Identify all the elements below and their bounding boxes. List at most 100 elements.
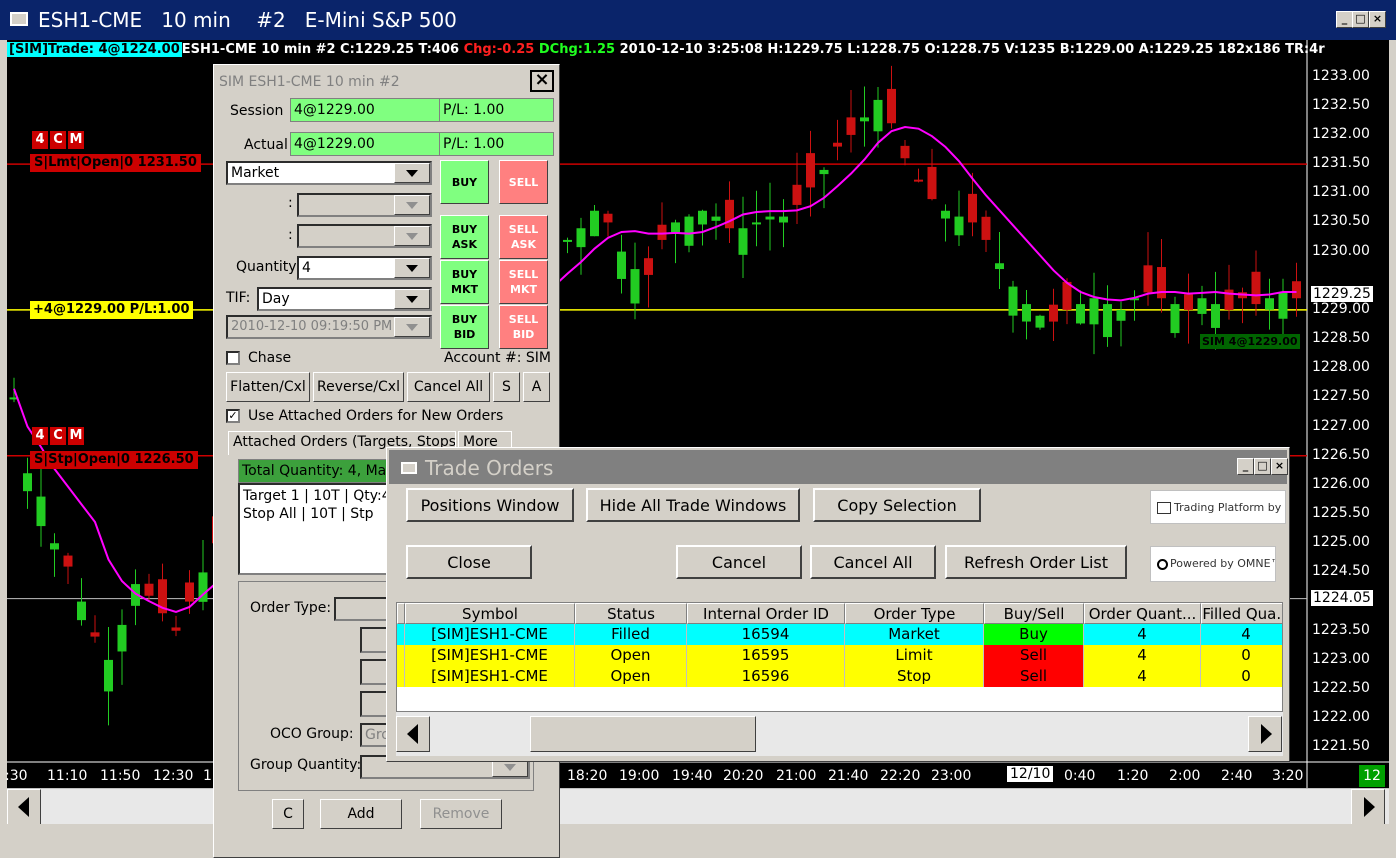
cancel-all-button[interactable]: Cancel All: [407, 372, 490, 402]
attached-order-item[interactable]: Stop All | 10T | Stp: [243, 505, 387, 523]
order-type-value: Market: [231, 165, 280, 181]
chevron-down-icon[interactable]: [394, 258, 430, 278]
order-tag-modify[interactable]: M: [68, 427, 84, 445]
scroll-left-button[interactable]: [7, 789, 41, 825]
buy-button[interactable]: BUY: [440, 160, 489, 204]
candle-body: [590, 210, 599, 237]
arrow-left-icon: [407, 724, 418, 744]
price-tick-label: 1227.50: [1312, 388, 1370, 405]
buy-bid-button[interactable]: BUY BID: [440, 305, 489, 349]
row-header-corner: [397, 603, 405, 624]
scroll-thumb[interactable]: [530, 716, 756, 752]
chase-checkbox[interactable]: [226, 351, 240, 365]
date-marker: 12/10: [1007, 766, 1054, 782]
column-header[interactable]: Buy/Sell: [984, 603, 1084, 624]
close-button[interactable]: ×: [1369, 11, 1386, 28]
total-quantity-bar: Total Quantity: 4, Matc: [238, 459, 392, 483]
table-cell: 0: [1201, 645, 1282, 666]
maximize-button[interactable]: □: [1254, 458, 1271, 475]
stop-order-tags[interactable]: 4 C M: [32, 427, 84, 445]
column-header[interactable]: Status: [575, 603, 687, 624]
chevron-down-icon[interactable]: [394, 289, 430, 309]
positions-window-button[interactable]: Positions Window: [406, 488, 574, 522]
info-text-a: ESH1-CME 10 min #2 C:1229.25 T:406: [181, 42, 464, 57]
table-cell: [SIM]ESH1-CME: [405, 666, 575, 687]
price-tick-label: 1230.00: [1312, 242, 1370, 259]
column-header[interactable]: Symbol: [405, 603, 575, 624]
stop-order-label[interactable]: S|Stp|Open|0 1226.50: [30, 451, 198, 469]
column-header[interactable]: Internal Order ID: [687, 603, 845, 624]
c-button[interactable]: C: [272, 799, 304, 829]
sell-mkt-button[interactable]: SELL MKT: [499, 260, 548, 304]
order-tag-qty[interactable]: 4: [32, 131, 48, 149]
limit-order-tags[interactable]: 4 C M: [32, 131, 84, 149]
order-type-select[interactable]: Market: [226, 161, 432, 185]
copy-selection-button[interactable]: Copy Selection: [813, 488, 981, 522]
window-title: ESH1-CME 10 min #2 E-Mini S&P 500: [38, 8, 457, 32]
add-button[interactable]: Add: [320, 799, 402, 829]
remove-button[interactable]: Remove: [420, 799, 502, 829]
column-header[interactable]: Order Quant...: [1084, 603, 1201, 624]
minimize-button[interactable]: _: [1336, 11, 1353, 28]
orders-table[interactable]: Symbol Status Internal Order ID Order Type B…: [396, 602, 1283, 712]
minimize-button[interactable]: _: [1237, 458, 1254, 475]
candle-body: [873, 99, 883, 132]
candle-body: [1022, 304, 1031, 322]
account-label: Account #: SIM: [444, 350, 551, 366]
table-row[interactable]: [SIM]ESH1-CME Filled 16594 Market Buy 4 4: [397, 624, 1282, 645]
sell-ask-button[interactable]: SELL ASK: [499, 215, 548, 259]
candle-body: [576, 228, 586, 248]
reverse-cancel-button[interactable]: Reverse/Cxl: [313, 372, 404, 402]
hide-all-trade-windows-button[interactable]: Hide All Trade Windows: [586, 488, 800, 522]
candle-body: [833, 142, 842, 147]
order-tag-cancel[interactable]: C: [50, 427, 66, 445]
candle-body: [1008, 286, 1018, 316]
row-selector[interactable]: [397, 624, 405, 645]
sell-button[interactable]: SELL: [499, 160, 548, 204]
row-selector[interactable]: [397, 666, 405, 687]
candle-body: [779, 216, 788, 223]
column-header[interactable]: Order Type: [845, 603, 984, 624]
s-button[interactable]: S: [493, 372, 520, 402]
buy-mkt-button[interactable]: BUY MKT: [440, 260, 489, 304]
scroll-left-button[interactable]: [396, 716, 430, 752]
scroll-right-button[interactable]: [1248, 716, 1282, 752]
column-header[interactable]: Filled Qua...: [1201, 603, 1282, 624]
scroll-right-button[interactable]: [1351, 789, 1385, 825]
attached-orders-list[interactable]: Target 1 | 10T | Qty:4 Stop All | 10T | …: [238, 483, 392, 575]
attached-order-item[interactable]: Target 1 | 10T | Qty:4: [243, 487, 391, 505]
buy-ask-button[interactable]: BUY ASK: [440, 215, 489, 259]
price-tick-label: 1223.00: [1312, 650, 1370, 667]
sell-bid-button[interactable]: SELL BID: [499, 305, 548, 349]
table-cell: Filled: [575, 624, 687, 645]
order-type-field[interactable]: [334, 597, 394, 621]
orders-horizontal-scrollbar[interactable]: [396, 712, 1283, 756]
price-field-1: [297, 193, 432, 217]
table-row[interactable]: [SIM]ESH1-CME Open 16595 Limit Sell 4 0: [397, 645, 1282, 666]
table-cell: [SIM]ESH1-CME: [405, 624, 575, 645]
chevron-down-icon[interactable]: [394, 163, 430, 183]
order-tag-modify[interactable]: M: [68, 131, 84, 149]
refresh-order-list-button[interactable]: Refresh Order List: [945, 545, 1127, 579]
close-button[interactable]: Close: [406, 545, 532, 579]
position-label[interactable]: +4@1229.00 P/L:1.00: [30, 301, 193, 319]
maximize-button[interactable]: □: [1352, 11, 1369, 28]
candle-body: [954, 216, 964, 236]
close-icon[interactable]: ×: [1271, 458, 1288, 475]
close-icon[interactable]: ×: [530, 70, 554, 92]
row-selector[interactable]: [397, 645, 405, 666]
tif-select[interactable]: Day: [257, 287, 432, 311]
candle-body: [104, 659, 113, 692]
flatten-cancel-button[interactable]: Flatten/Cxl: [226, 372, 310, 402]
limit-order-label[interactable]: S|Lmt|Open|0 1231.50: [30, 154, 201, 172]
cancel-all-button[interactable]: Cancel All: [810, 545, 936, 579]
use-attached-checkbox[interactable]: ✓: [226, 409, 240, 423]
order-tag-qty[interactable]: 4: [32, 427, 48, 445]
table-row[interactable]: [SIM]ESH1-CME Open 16596 Stop Sell 4 0: [397, 666, 1282, 687]
price-tick-label: 1224.05: [1311, 589, 1373, 606]
quantity-input[interactable]: 4: [297, 256, 432, 280]
order-tag-cancel[interactable]: C: [50, 131, 66, 149]
price-tick-label: 1231.00: [1312, 184, 1370, 201]
a-button[interactable]: A: [523, 372, 550, 402]
cancel-button[interactable]: Cancel: [676, 545, 802, 579]
